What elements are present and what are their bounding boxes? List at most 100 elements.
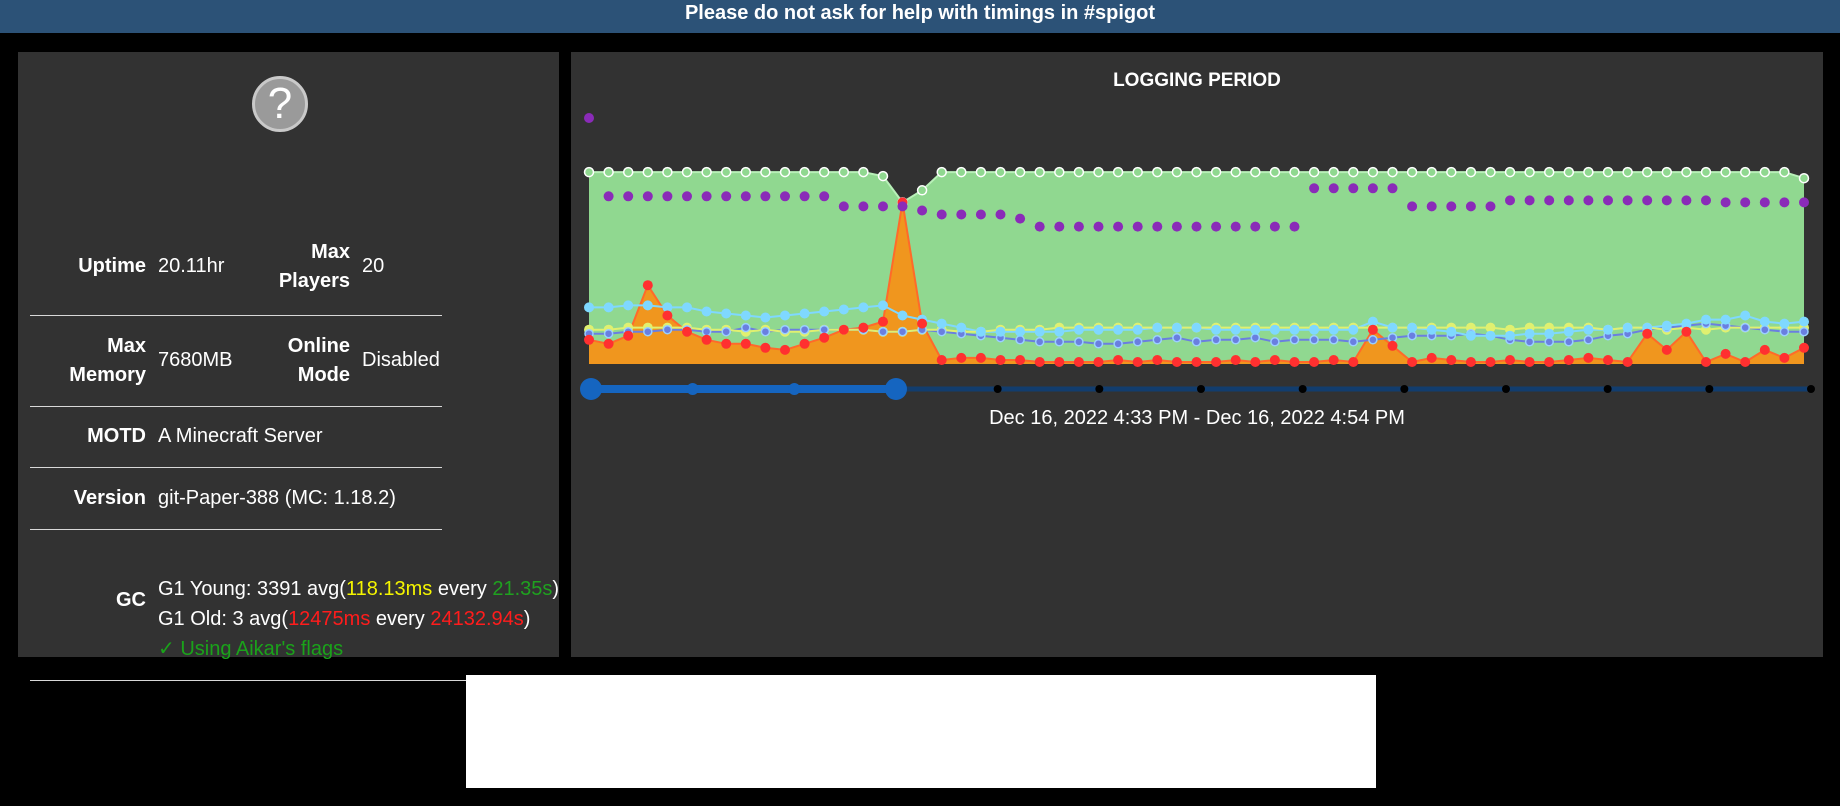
purple-point [1622,195,1633,206]
purple-point [1328,183,1339,194]
cyan-point [897,310,908,321]
cyan-point [1171,322,1182,333]
tps-point [662,166,673,178]
blue-point [662,324,673,335]
cyan-point [1426,324,1437,335]
purple-point [1073,221,1084,232]
purple-point [603,191,614,202]
cyan-point [1603,324,1613,335]
lag-point [1661,344,1672,355]
purple-point [760,191,771,202]
tps-point [838,166,850,178]
lag-point [1720,348,1731,359]
cyan-point [1250,324,1261,335]
tps-point [622,166,634,178]
purple-point [1465,201,1476,212]
blue-point [780,324,790,335]
purple-point [623,191,634,202]
gc-young-every: every [432,578,493,600]
lag-point [1073,357,1084,367]
tps-point [1681,166,1692,178]
purple-point [1505,195,1515,206]
gc-young-suffix: ) [552,578,560,600]
blue-point [603,328,614,339]
tps-point [818,166,830,178]
tps-point [779,166,791,178]
lag-point [1348,357,1359,367]
timeline-end-handle[interactable] [885,378,907,400]
blue-point [1760,324,1770,335]
tps-point [1132,166,1143,178]
lag-point [1622,357,1633,367]
lag-point [1054,357,1065,367]
blue-point [1779,326,1790,337]
tps-point [1054,166,1065,178]
cyan-point [1544,328,1555,339]
gc-old-interval: 24132.94s [430,608,524,630]
lag-point [1289,357,1300,367]
cyan-point [838,304,849,315]
lag-point [701,334,712,345]
blue-point [1054,337,1065,347]
purple-point [1387,183,1398,194]
max-players-value: 20 [362,255,385,277]
lag-point [1152,355,1163,365]
logging-period-chart[interactable] [571,52,1823,657]
blue-point [1564,337,1574,347]
blue-point [1113,339,1123,349]
tps-point [858,166,869,178]
cyan-point [701,306,712,317]
lag-point [1191,357,1202,367]
tps-point [1759,166,1771,178]
cyan-point [780,310,790,321]
purple-point [1348,183,1359,194]
cyan-point [878,300,888,311]
purple-point [642,191,653,202]
purple-point [995,209,1006,220]
lag-point [1015,355,1026,365]
tps-point [1387,166,1398,178]
purple-point [1289,221,1300,232]
tps-point [1661,166,1673,178]
timeline-tick [1603,385,1612,393]
tps-point [1563,166,1575,178]
cyan-point [623,300,634,311]
purple-point [1661,195,1672,206]
lag-point [1524,357,1535,367]
tps-point [1073,166,1085,178]
tps-point [720,166,732,178]
tps-point [1171,166,1183,178]
tps-point [1779,166,1790,178]
lag-point [936,355,947,365]
lag-point [1250,357,1261,367]
tps-point [1700,166,1712,178]
timeline-start-handle[interactable] [580,378,602,400]
purple-point [819,191,830,202]
blue-point [1191,337,1202,347]
purple-point [1367,183,1378,194]
purple-point [956,209,967,220]
cyan-point [1446,326,1457,337]
tps-point [1622,166,1633,178]
server-info-panel: ? Uptime 20.11hr Max Players 20 Max Memo… [18,52,560,681]
tps-point [916,185,928,196]
cyan-point [1093,324,1104,335]
lag-point [682,326,692,337]
tps-point [1426,166,1437,178]
purple-point [975,209,986,220]
lag-point [1465,357,1476,367]
tps-point [1210,166,1222,178]
tps-point [1289,166,1300,178]
gc-label: GC [116,589,146,611]
cyan-point [1034,326,1045,337]
lag-point [1505,355,1515,365]
purple-point [1426,201,1437,212]
purple-point [1583,195,1594,206]
blue-point [1407,330,1417,341]
tps-point [1093,166,1104,178]
tps-point [1465,166,1477,178]
lag-point [1603,355,1613,365]
row-memory-online: Max Memory 7680MB Online Mode Disabled [30,316,442,407]
lag-point [1779,352,1790,363]
cyan-point [1661,320,1672,331]
